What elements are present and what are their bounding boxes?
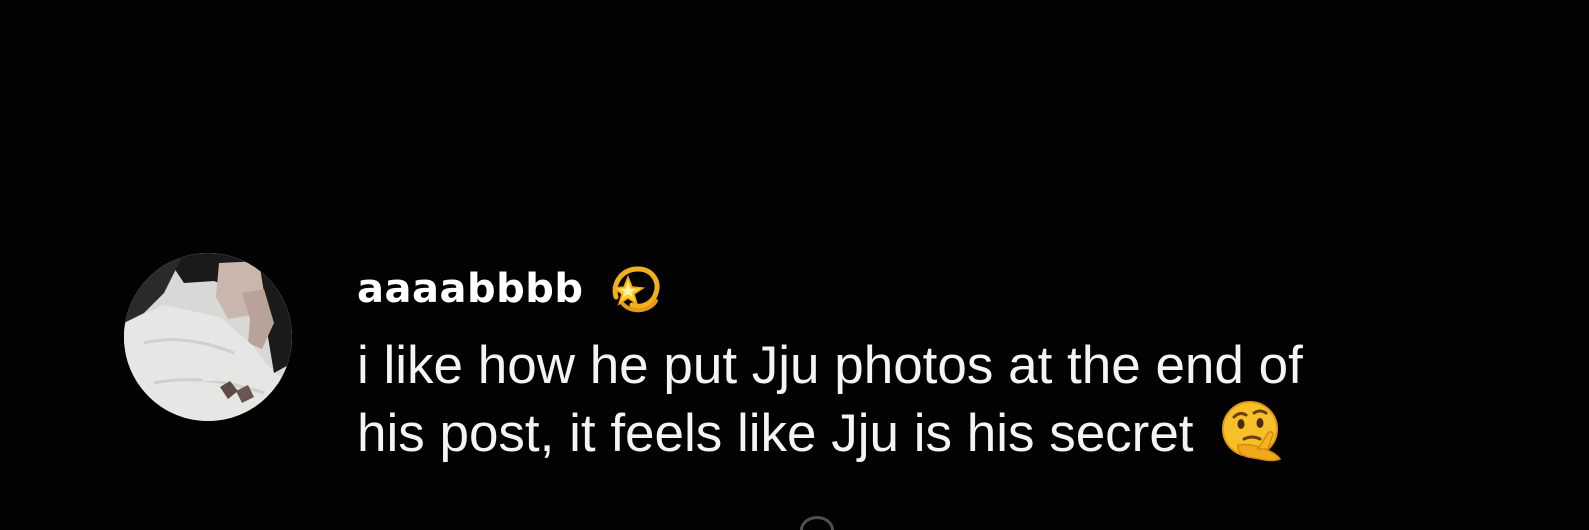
dizzy-star-icon bbox=[606, 259, 666, 319]
comment-line-1: i like how he put Jju photos at the end … bbox=[357, 336, 1303, 395]
thinking-face-icon bbox=[1218, 399, 1286, 463]
username[interactable]: aaaabbbb bbox=[357, 269, 584, 309]
avatar[interactable] bbox=[124, 253, 292, 421]
comment-content: aaaabbbb i like how he put Jju photos at… bbox=[357, 258, 1557, 467]
comment-text: i like how he put Jju photos at the end … bbox=[357, 332, 1517, 467]
scroll-indicator bbox=[800, 516, 834, 530]
comment-line-2: his post, it feels like Jju is his secre… bbox=[357, 399, 1517, 467]
comment-screen: aaaabbbb i like how he put Jju photos at… bbox=[0, 0, 1589, 530]
avatar-photo bbox=[124, 253, 292, 421]
comment-line-2-text: his post, it feels like Jju is his secre… bbox=[357, 404, 1194, 463]
comment-header: aaaabbbb bbox=[357, 258, 1557, 320]
